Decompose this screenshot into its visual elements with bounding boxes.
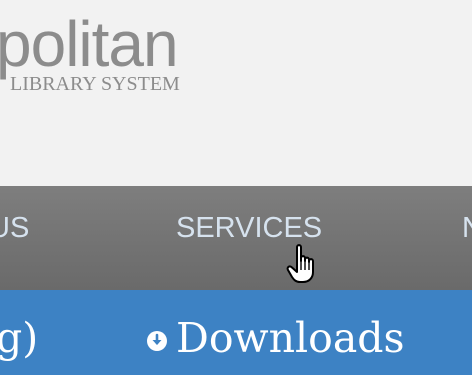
- tab-downloads-label: Downloads: [176, 314, 405, 362]
- site-header: politan LIBRARY SYSTEM: [0, 0, 472, 186]
- logo-wordmark[interactable]: politan: [0, 9, 179, 79]
- nav-item-partial-left[interactable]: US: [0, 212, 29, 245]
- tab-partial-left[interactable]: g): [0, 314, 38, 362]
- nav-item-services[interactable]: SERVICES: [176, 212, 322, 245]
- tab-downloads[interactable]: Downloads: [146, 314, 405, 362]
- main-nav: US SERVICES N: [0, 186, 472, 290]
- download-circle-icon: [147, 331, 167, 351]
- hand-pointer-cursor-icon: [286, 244, 314, 283]
- tab-bar: g) Downloads: [0, 290, 472, 375]
- nav-item-partial-right[interactable]: N: [462, 212, 472, 245]
- logo-subtitle: LIBRARY SYSTEM: [10, 73, 180, 95]
